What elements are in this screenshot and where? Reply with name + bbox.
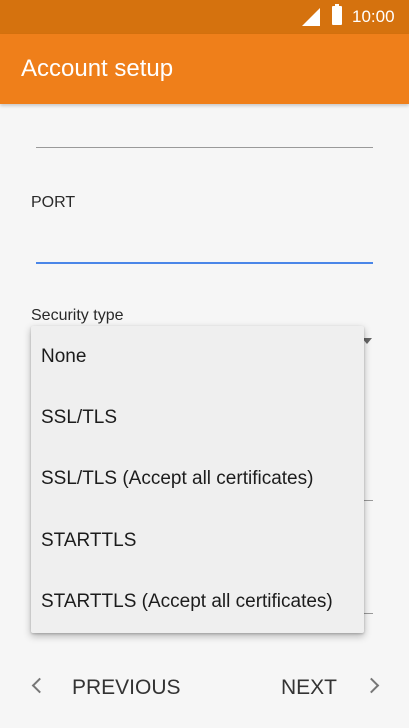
previous-label: PREVIOUS — [72, 676, 181, 699]
page-title: Account setup — [21, 55, 174, 82]
security-option-starttls[interactable]: STARTTLS — [31, 510, 364, 571]
next-label: NEXT — [281, 676, 338, 699]
option-label: SSL/TLS — [41, 407, 118, 428]
previous-button[interactable]: PREVIOUS — [24, 658, 194, 718]
next-button[interactable]: NEXT — [270, 658, 395, 718]
security-type-label: Security type — [31, 307, 124, 324]
field-underline-behind-popup — [364, 500, 373, 501]
security-option-ssl-tls-accept-all[interactable]: SSL/TLS (Accept all certificates) — [31, 448, 364, 509]
field-underline-behind-popup — [364, 613, 373, 614]
status-bar: 10:00 — [0, 0, 409, 34]
port-label: PORT — [31, 194, 76, 211]
bottom-navigation-bar: PREVIOUS NEXT — [0, 658, 409, 718]
signal-icon — [302, 8, 320, 26]
security-option-none[interactable]: None — [31, 326, 364, 387]
server-field-underline[interactable] — [36, 147, 373, 148]
option-label: STARTTLS — [41, 530, 137, 551]
security-type-dropdown-menu: None SSL/TLS SSL/TLS (Accept all certifi… — [31, 326, 364, 633]
status-time: 10:00 — [352, 7, 395, 26]
battery-icon — [332, 4, 342, 25]
app-bar: Account setup — [0, 34, 409, 104]
chevron-left-icon — [31, 677, 48, 694]
option-label: None — [41, 346, 87, 367]
security-option-starttls-accept-all[interactable]: STARTTLS (Accept all certificates) — [31, 571, 364, 632]
security-option-ssl-tls[interactable]: SSL/TLS — [31, 387, 364, 448]
option-label: STARTTLS (Accept all certificates) — [41, 591, 333, 612]
port-input[interactable] — [36, 232, 373, 264]
chevron-right-icon — [363, 677, 380, 694]
option-label: SSL/TLS (Accept all certificates) — [41, 468, 314, 489]
